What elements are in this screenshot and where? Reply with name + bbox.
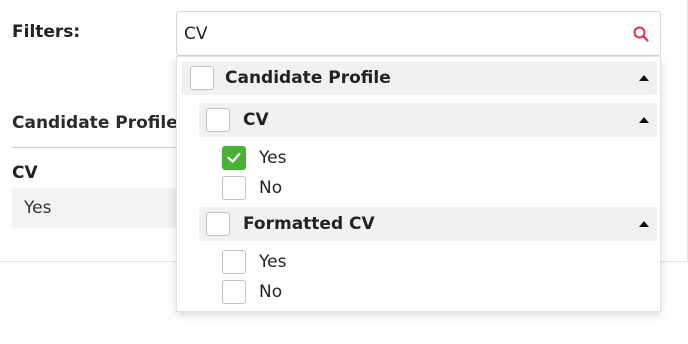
filter-page: Filters: Candidate Profile CV Yes Candid…	[0, 0, 688, 344]
group-label: Candidate Profile	[225, 68, 391, 88]
option-label-formatted-cv-no[interactable]: No	[259, 282, 282, 302]
subgroup-checkbox-formatted-cv[interactable]	[206, 212, 230, 236]
collapse-caret-icon[interactable]	[639, 75, 649, 81]
section-heading: Candidate Profile	[12, 113, 178, 133]
filter-search-input[interactable]	[177, 12, 617, 55]
option-checkbox-formatted-cv-yes[interactable]	[222, 250, 246, 274]
field-value: Yes	[12, 188, 192, 228]
section-divider	[12, 147, 192, 148]
collapse-caret-icon[interactable]	[639, 117, 649, 123]
option-checkbox-cv-yes[interactable]	[222, 146, 246, 170]
filter-search-box[interactable]	[176, 11, 661, 56]
group-checkbox-candidate-profile[interactable]	[190, 66, 214, 90]
field-label: CV	[12, 163, 38, 183]
option-checkbox-cv-no[interactable]	[222, 176, 246, 200]
group-row-candidate-profile[interactable]: Candidate Profile	[181, 61, 657, 95]
option-label-cv-no[interactable]: No	[259, 178, 282, 198]
filter-dropdown: Candidate Profile CV Yes No Formatted CV…	[176, 56, 661, 312]
subgroup-row-formatted-cv[interactable]: Formatted CV	[199, 207, 657, 241]
search-icon[interactable]	[632, 25, 650, 43]
subgroup-row-cv[interactable]: CV	[199, 103, 657, 137]
option-label-formatted-cv-yes[interactable]: Yes	[259, 252, 286, 272]
subgroup-checkbox-cv[interactable]	[206, 108, 230, 132]
option-label-cv-yes[interactable]: Yes	[259, 148, 286, 168]
subgroup-label: CV	[243, 110, 269, 130]
subgroup-label: Formatted CV	[243, 214, 375, 234]
filters-label: Filters:	[12, 22, 81, 42]
check-icon	[227, 152, 241, 163]
collapse-caret-icon[interactable]	[639, 221, 649, 227]
option-checkbox-formatted-cv-no[interactable]	[222, 280, 246, 304]
